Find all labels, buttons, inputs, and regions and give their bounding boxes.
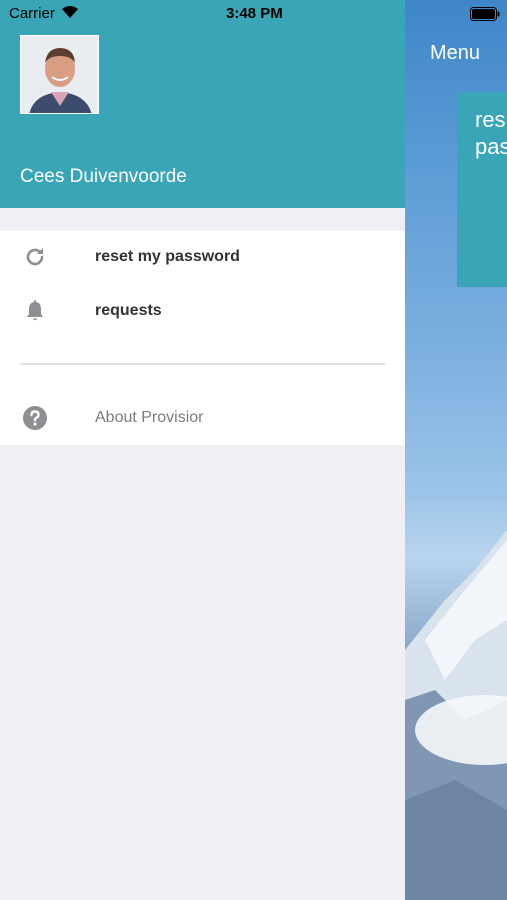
avatar <box>20 35 99 114</box>
menu-button[interactable]: Menu <box>430 42 480 65</box>
user-name: Cees Duivenvoorde <box>20 166 187 187</box>
drawer-menu: reset my password requests About Provisi… <box>0 231 405 445</box>
reset-password-tile[interactable]: res pas <box>457 92 507 287</box>
refresh-icon <box>23 245 47 269</box>
menu-item-label: reset my password <box>95 248 240 265</box>
side-drawer: Cees Duivenvoorde reset my password requ… <box>0 0 405 900</box>
bell-icon <box>23 299 47 323</box>
carrier-label: Carrier <box>9 5 55 22</box>
question-circle-icon <box>23 406 47 430</box>
menu-item-reset-password[interactable]: reset my password <box>0 232 405 282</box>
battery-icon <box>470 7 500 25</box>
menu-item-about[interactable]: About Provisior <box>0 393 405 443</box>
wifi-icon <box>61 5 79 23</box>
status-bar: Carrier 3:48 PM <box>0 0 507 28</box>
menu-divider <box>20 363 385 365</box>
menu-item-label: requests <box>95 302 162 319</box>
menu-item-label: About Provisior <box>95 409 204 426</box>
tile-text-line2: pas <box>475 134 507 159</box>
menu-item-requests[interactable]: requests <box>0 286 405 336</box>
tile-text-line1: res <box>475 107 506 132</box>
drawer-header: Cees Duivenvoorde <box>0 0 405 208</box>
clock: 3:48 PM <box>226 5 283 22</box>
